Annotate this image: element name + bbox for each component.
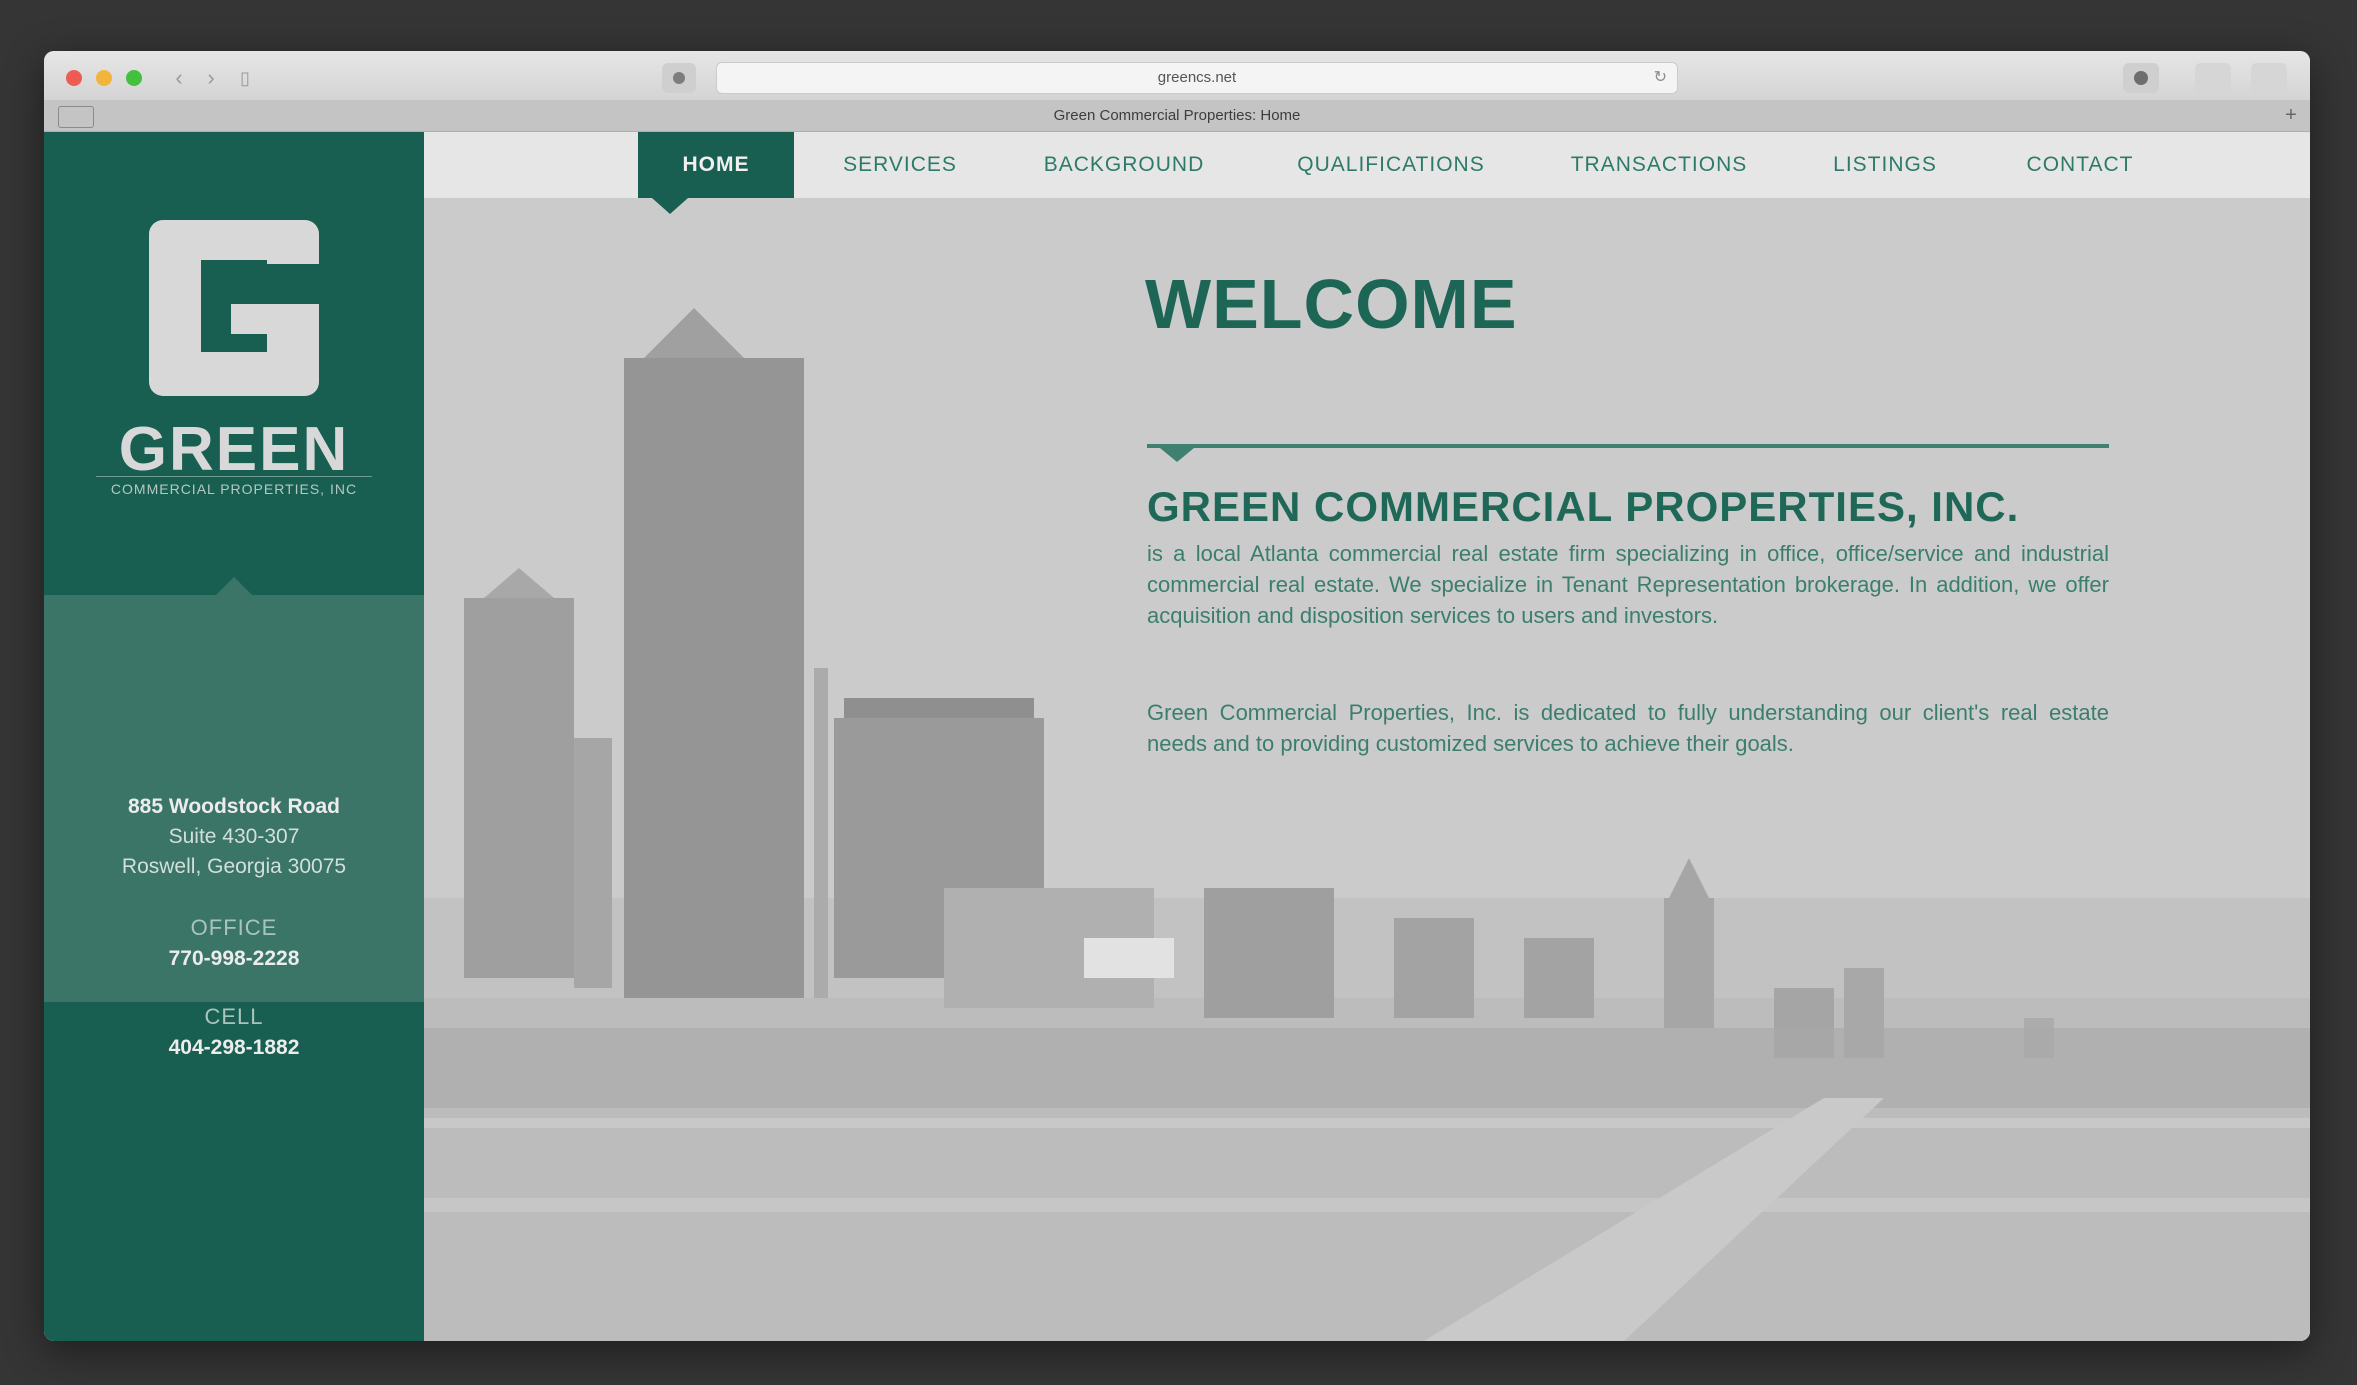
- sidebar-icon[interactable]: ▯: [230, 65, 260, 91]
- nav-listings[interactable]: LISTINGS: [1820, 132, 1950, 198]
- browser-titlebar: ‹ › ▯ greencs.net ↻: [44, 51, 2310, 101]
- zoom-window-button[interactable]: [126, 70, 142, 86]
- divider-caret-icon: [1160, 448, 1194, 462]
- minimize-window-button[interactable]: [96, 70, 112, 86]
- cell-phone[interactable]: 404-298-1882: [44, 1036, 424, 1060]
- back-arrow-icon[interactable]: ‹: [164, 65, 194, 91]
- extension-icon: [2134, 71, 2148, 85]
- new-tab-icon[interactable]: +: [2280, 104, 2302, 126]
- heading-divider: [1147, 444, 2109, 448]
- office-phone[interactable]: 770-998-2228: [44, 947, 424, 971]
- reload-icon[interactable]: ↻: [1654, 63, 1667, 93]
- tab-bar: Green Commercial Properties: Home +: [44, 100, 2310, 132]
- mission-paragraph: Green Commercial Properties, Inc. is ded…: [1147, 700, 2109, 756]
- nav-qualifications[interactable]: QUALIFICATIONS: [1276, 132, 1506, 198]
- welcome-heading: WELCOME: [1145, 265, 1518, 343]
- privacy-shield-icon[interactable]: [662, 63, 696, 93]
- nav-home[interactable]: HOME: [638, 132, 794, 198]
- address-suite: Suite 430-307: [168, 825, 300, 848]
- forward-arrow-icon[interactable]: ›: [196, 65, 226, 91]
- cell-label: CELL: [204, 1004, 264, 1029]
- address-bar[interactable]: greencs.net ↻: [716, 62, 1678, 94]
- brand-name: GREEN: [118, 415, 350, 484]
- url-text: greencs.net: [1157, 69, 1237, 86]
- address-street: 885 Woodstock Road: [128, 795, 340, 818]
- tabs-overview-button[interactable]: [2251, 63, 2287, 93]
- address-city: Roswell, Georgia 30075: [121, 855, 347, 878]
- nav-background[interactable]: BACKGROUND: [1024, 132, 1224, 198]
- hero-section: WELCOME GREEN COMMERCIAL PROPERTIES, INC…: [424, 198, 2310, 1341]
- web-page: GREEN COMMERCIAL PROPERTIES, INC 885 Woo…: [44, 132, 2310, 1341]
- extension-button[interactable]: [2123, 63, 2159, 93]
- left-sidebar: GREEN COMMERCIAL PROPERTIES, INC 885 Woo…: [44, 132, 424, 1341]
- company-name-heading: GREEN COMMERCIAL PROPERTIES, INC.: [1147, 483, 2020, 530]
- intro-paragraph: is a local Atlanta commercial real estat…: [1147, 541, 2109, 628]
- atlanta-skyline-image: [424, 198, 2310, 1341]
- nav-transactions[interactable]: TRANSACTIONS: [1554, 132, 1764, 198]
- main-navigation: HOME SERVICES BACKGROUND QUALIFICATIONS …: [424, 132, 2310, 198]
- contact-info-box: 885 Woodstock Road Suite 430-307 Roswell…: [44, 577, 424, 1002]
- nav-services[interactable]: SERVICES: [830, 132, 970, 198]
- tab-title[interactable]: Green Commercial Properties: Home: [44, 100, 2310, 131]
- active-nav-caret-icon: [652, 198, 688, 214]
- brand-tagline: COMMERCIAL PROPERTIES, INC: [96, 476, 372, 497]
- nav-contact[interactable]: CONTACT: [2010, 132, 2150, 198]
- browser-window: ‹ › ▯ greencs.net ↻ Green Commercial Pro…: [44, 51, 2310, 1341]
- share-button[interactable]: [2195, 63, 2231, 93]
- close-window-button[interactable]: [66, 70, 82, 86]
- office-label: OFFICE: [190, 915, 278, 940]
- g-logo-icon[interactable]: [149, 220, 319, 396]
